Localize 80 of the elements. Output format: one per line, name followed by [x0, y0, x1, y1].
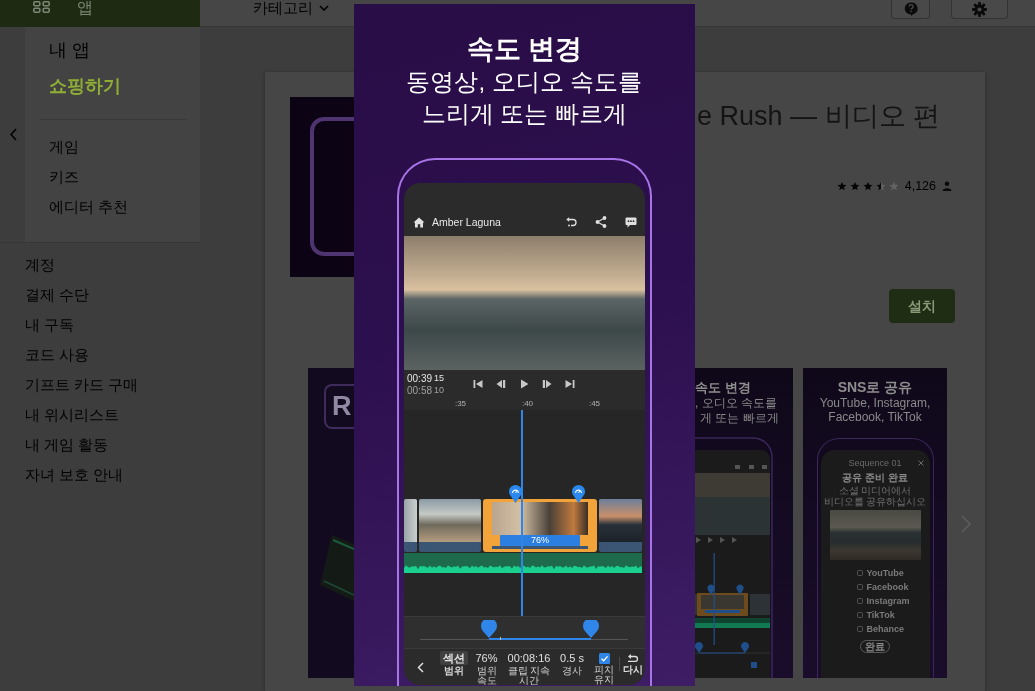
- photo-placeholder: [599, 499, 642, 542]
- star-icon: [849, 181, 860, 191]
- audio-track[interactable]: [404, 553, 642, 573]
- total-time: 00:58: [407, 385, 433, 397]
- platform-option[interactable]: Behance: [866, 624, 905, 634]
- frame-count: 10: [434, 385, 445, 395]
- apps-tab[interactable]: 앱: [0, 0, 200, 27]
- close-icon[interactable]: [917, 460, 924, 466]
- video-clip[interactable]: 76%: [483, 499, 597, 552]
- sequence-title: Sequence 01: [848, 458, 902, 468]
- skip-back-icon[interactable]: [473, 379, 483, 389]
- star-icon: [888, 181, 899, 191]
- video-clip[interactable]: [419, 499, 481, 552]
- chevron-down-icon: [319, 5, 329, 11]
- gauge-pin-icon[interactable]: [509, 485, 522, 503]
- ruler-label: :40: [521, 398, 534, 410]
- play-icon[interactable]: [519, 379, 529, 389]
- frame-count: 15: [434, 373, 445, 383]
- setting-button[interactable]: 0.5 s 경사: [554, 649, 590, 676]
- star-icon: [875, 181, 886, 191]
- screenshot-thumbnail[interactable]: 속도 변경 , 오디오 속도를 게 또는 빠르게: [695, 368, 793, 678]
- step-forward-icon[interactable]: [542, 379, 552, 389]
- grid-icon: [33, 1, 50, 13]
- dialog-heading: 공유 준비 완료: [842, 472, 908, 484]
- section-selector[interactable]: 섹션 범위: [438, 649, 469, 676]
- slider-handle[interactable]: [480, 620, 497, 638]
- dialog-subheading: 소셜 미디어에서 비디오를 공유하십시오: [822, 485, 928, 507]
- photo-placeholder: [419, 499, 481, 542]
- undo-arrow-icon[interactable]: [565, 217, 577, 227]
- undo-icon: [627, 654, 639, 662]
- undo-button[interactable]: 다시: [621, 649, 645, 675]
- category-link[interactable]: 게임: [49, 132, 79, 162]
- screenshot-thumbnail[interactable]: SNS로 공유 YouTube, Instagram, Facebook, TikTok Sequence 01 공유 준비 완료 소셜 미디어에서 비디오를 공유하십시오 YouTube Facebook Instagram TikTok Behance 완료: [803, 368, 947, 678]
- platform-option[interactable]: TikTok: [866, 610, 895, 620]
- platform-option[interactable]: YouTube: [866, 568, 904, 578]
- ruler-label: :45: [588, 398, 601, 410]
- preview-title: 속도 변경: [466, 34, 583, 64]
- setting-button[interactable]: 76% 범위 속도: [469, 649, 504, 685]
- platform-option[interactable]: Instagram: [866, 596, 910, 606]
- thumbnail-subtitle: 게 또는 빠르게: [699, 411, 779, 426]
- rating-count: 4,126: [904, 178, 936, 194]
- thumbnail-title: SNS로 공유: [837, 379, 913, 396]
- preview-subtitle: 동영상, 오디오 속도를 느리게 또는 빠르게: [405, 67, 644, 129]
- checkbox[interactable]: [598, 653, 610, 664]
- thumbnail-subtitle: YouTube, Instagram, Facebook, TikTok: [818, 396, 932, 424]
- skip-forward-icon[interactable]: [565, 379, 575, 389]
- app-icon: [290, 97, 354, 277]
- video-clip[interactable]: [404, 499, 417, 552]
- thumbnail-subtitle: , 오디오 속도를: [695, 396, 777, 411]
- screenshot-thumbnail[interactable]: R: [308, 368, 354, 678]
- range-slider[interactable]: [420, 620, 628, 640]
- current-time: 00:39: [407, 373, 433, 385]
- slider-handle[interactable]: [582, 620, 599, 638]
- section-chip: 섹션: [439, 651, 468, 665]
- comment-icon[interactable]: [625, 216, 637, 228]
- step-back-icon[interactable]: [496, 379, 506, 389]
- speed-bar: 76%: [500, 535, 580, 546]
- install-button[interactable]: 설치: [889, 289, 955, 323]
- help-icon: [903, 2, 918, 16]
- person-icon: [942, 181, 952, 191]
- star-icon: [836, 181, 847, 191]
- phone-drawing: [320, 535, 354, 601]
- gauge-pin-icon[interactable]: [572, 485, 585, 503]
- video-clip[interactable]: [599, 499, 642, 552]
- category-link[interactable]: 에디터 추천: [49, 192, 129, 222]
- nav-link[interactable]: 내 앱: [49, 38, 90, 62]
- setting-button[interactable]: 00:08:16 클립 지속 시간: [504, 649, 554, 685]
- platform-option[interactable]: Facebook: [866, 582, 909, 592]
- home-icon[interactable]: [413, 216, 425, 228]
- category-link[interactable]: 키즈: [49, 162, 79, 192]
- settings-icon: [972, 1, 987, 17]
- category-menu[interactable]: 카테고리: [253, 0, 329, 16]
- photo-placeholder: [404, 499, 417, 542]
- ruler-label: :35: [454, 398, 467, 410]
- share-icon[interactable]: [595, 216, 607, 228]
- project-title: Amber Laguna: [432, 216, 501, 228]
- nav-link[interactable]: 쇼핑하기: [49, 74, 121, 98]
- checkbox-label: 피치 유지: [593, 665, 615, 685]
- star-icon: [862, 181, 873, 191]
- thumbnail-title: 속도 변경: [695, 379, 752, 396]
